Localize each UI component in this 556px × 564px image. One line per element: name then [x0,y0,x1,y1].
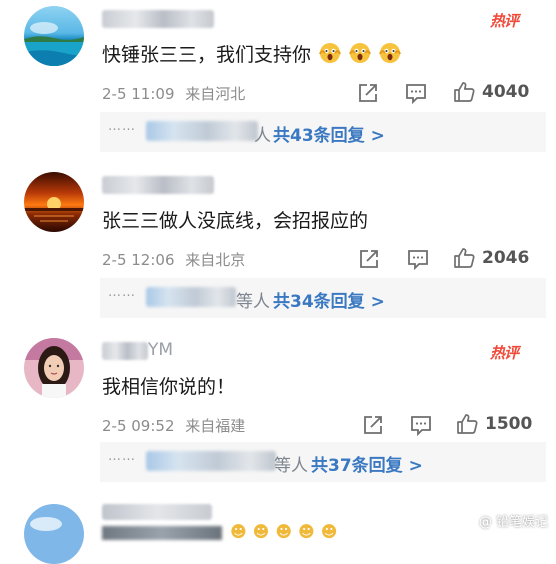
watermark: @ 铅笔娱记 [478,515,548,530]
reply-users-blurred [146,451,276,471]
reply-dots: …… [108,285,136,300]
comment-text-blurred [102,526,222,540]
username-blurred[interactable] [102,504,212,520]
share-icon [359,84,377,102]
hot-comment-badge: 热评 [490,344,519,362]
comment-location: 来自河北 [185,85,246,103]
comment-text: 张三三做人没底线，会招报应的 [102,210,369,232]
reply-summary[interactable]: …… 人 共43条回复 > [100,112,556,152]
reply-button[interactable] [406,248,430,270]
username-blurred[interactable] [102,342,148,360]
comment-icon [408,250,428,270]
comment-meta: 2-5 11:09 来自河北 [102,83,245,104]
like-count: 4040 [482,82,530,102]
thumbs-up-icon [454,248,475,268]
avatar-image-ocean [24,6,84,66]
scream-emoji-icon [319,43,341,63]
comment-date: 2-5 12:06 [102,251,175,269]
username-blurred[interactable] [102,176,214,194]
comment-icon [406,84,426,104]
comment-text: 我相信你说的！ [102,376,236,398]
share-button[interactable] [357,82,379,104]
comment-date: 2-5 11:09 [102,85,175,103]
emoji-row-icon: ☻☻☻☻☻ [230,522,344,541]
avatar[interactable] [24,172,84,232]
comment-text-content: 快锤张三三，我们支持你 [102,44,312,66]
reply-dots: …… [108,449,136,464]
like-count: 2046 [482,248,530,268]
comment-meta: 2-5 12:06 来自北京 [102,249,245,270]
share-button[interactable] [358,248,380,270]
comment-date: 2-5 09:52 [102,417,175,435]
reply-people-suffix: 人 [254,126,271,146]
like-button[interactable]: 4040 [452,80,529,104]
reply-total-link[interactable]: 共43条回复 > [273,121,385,146]
reply-total-link[interactable]: 共34条回复 > [273,287,385,312]
scream-emoji-icon [379,43,402,63]
share-icon [364,416,382,434]
reply-total-link[interactable]: 共37条回复 > [311,451,423,476]
comment-location: 来自福建 [185,417,246,435]
like-count: 1500 [485,414,533,434]
avatar-image-sunset [24,172,84,232]
comment-icon [411,416,431,436]
share-icon [360,250,378,268]
username-blurred[interactable] [102,10,214,28]
reply-people-suffix: 等人 [236,292,270,312]
reply-people-suffix: 等人 [274,456,308,476]
like-button[interactable]: 1500 [455,412,532,436]
share-button[interactable] [362,414,384,436]
like-button[interactable]: 2046 [452,246,529,270]
thumbs-up-icon [454,82,475,102]
reply-summary[interactable]: …… 等人 共34条回复 > [100,278,556,318]
username-tail: YM [148,340,174,360]
avatar[interactable] [24,338,84,398]
hot-comment-badge: 热评 [490,12,519,30]
reply-users-blurred [146,287,236,307]
reply-button[interactable] [404,82,428,104]
comment-meta: 2-5 09:52 来自福建 [102,415,245,436]
avatar-image-portrait [24,338,84,398]
avatar[interactable] [24,6,84,66]
reply-summary[interactable]: …… 等人 共37条回复 > [100,442,556,482]
comment-location: 来自北京 [185,251,246,269]
reply-dots: …… [108,119,136,134]
avatar-image-sky [24,504,84,564]
reply-button[interactable] [409,414,433,436]
scream-emoji-icon [349,43,372,63]
avatar[interactable] [24,504,84,564]
thumbs-up-icon [457,414,478,434]
reply-users-blurred [146,121,258,141]
comment-text: 快锤张三三，我们支持你 [102,40,402,67]
